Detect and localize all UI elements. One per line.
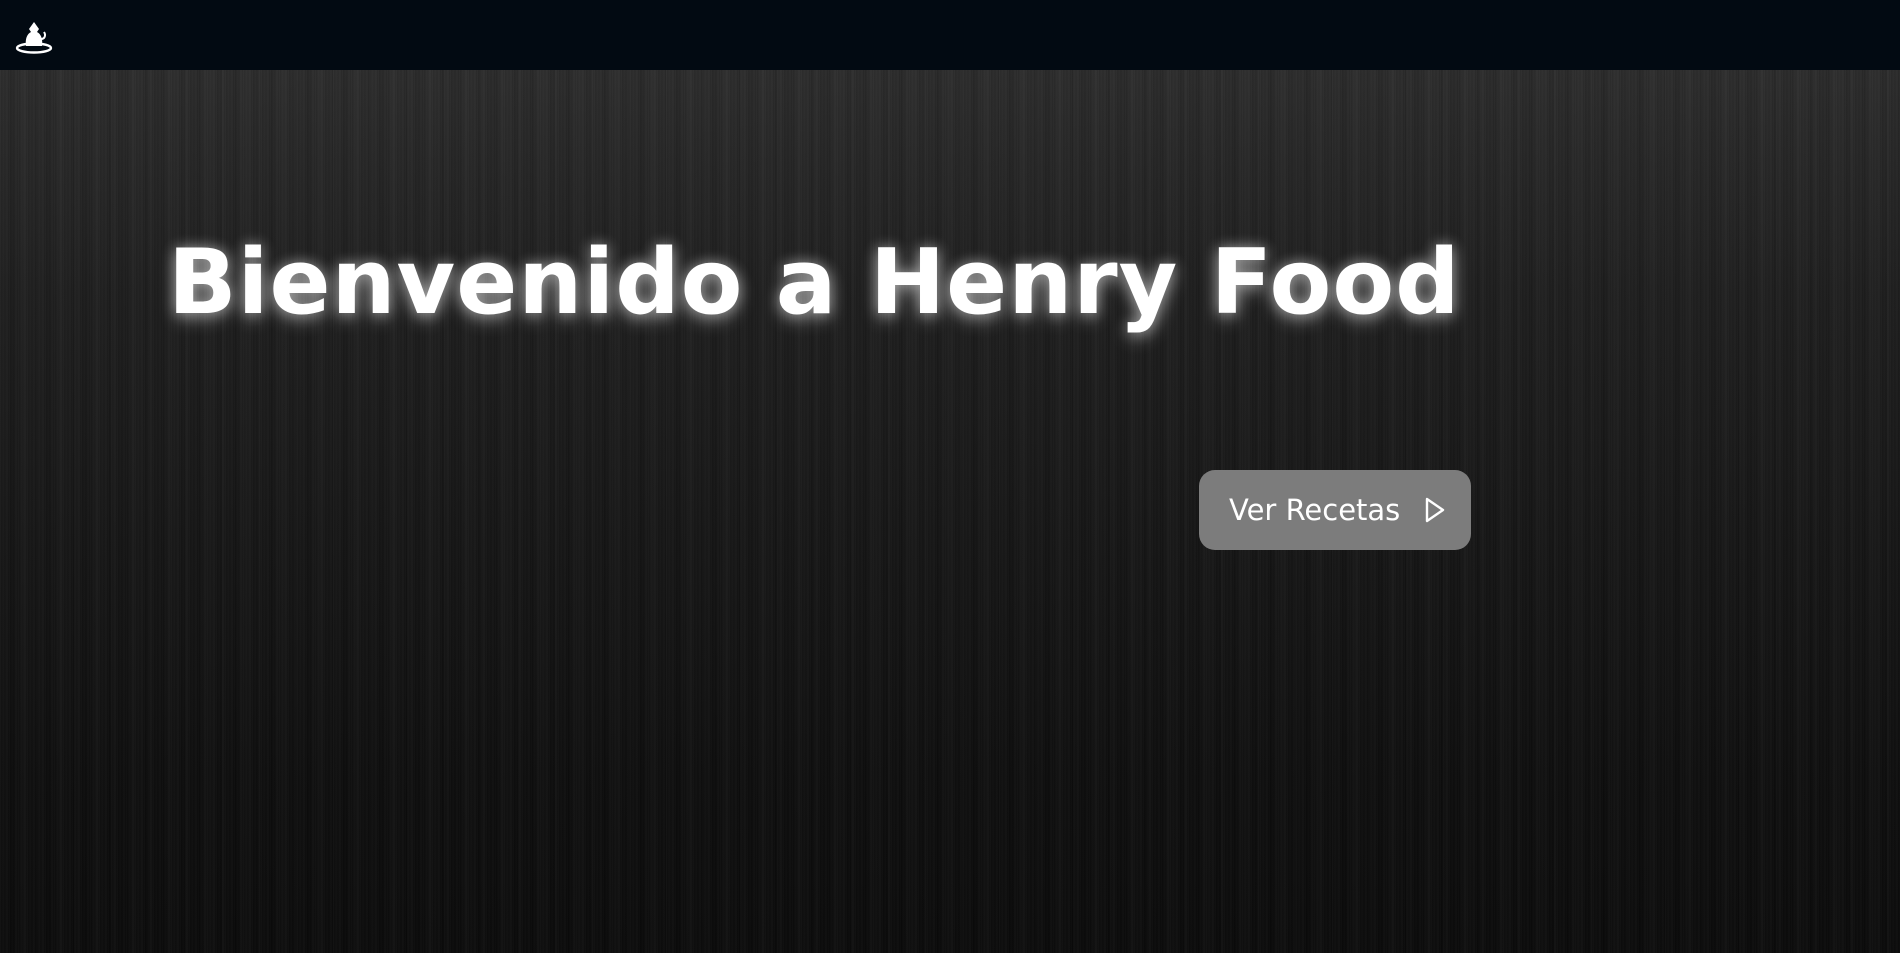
- play-outline-icon: [1424, 497, 1446, 523]
- top-navbar: [0, 0, 1900, 70]
- hero-section: Bienvenido a Henry Food Ver Recetas: [0, 70, 1900, 953]
- chef-icon[interactable]: [14, 15, 54, 55]
- view-recipes-button[interactable]: Ver Recetas: [1199, 470, 1471, 550]
- page-title: Bienvenido a Henry Food: [168, 230, 1461, 335]
- view-recipes-label: Ver Recetas: [1229, 493, 1401, 527]
